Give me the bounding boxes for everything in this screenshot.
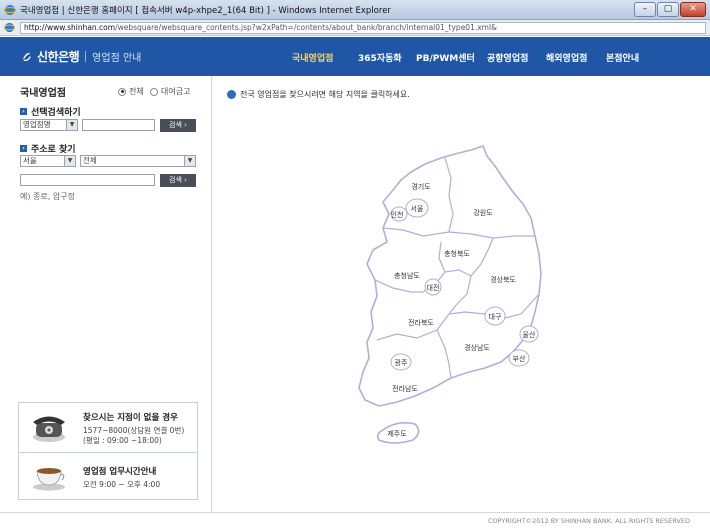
maximize-button[interactable]: ▢ (657, 2, 679, 17)
logo-subtitle: 영업점 안내 (92, 53, 142, 64)
url-path: /websquare/websquare_contents.jsp?w2xPat… (115, 23, 497, 32)
sidebar-title: 국내영업점 (20, 88, 66, 99)
region-chungnam[interactable]: 충청남도 (394, 271, 420, 280)
address-search-button[interactable]: 검색 › (160, 174, 196, 187)
region-daejeon[interactable]: 대전 (427, 283, 440, 292)
menu-pb-pwm[interactable]: PB/PWM센터 (416, 51, 475, 64)
info-phone: 찾으시는 지점이 없을 경우 1577~8000(상담원 연결 0번) (평일 … (19, 403, 197, 453)
region-incheon[interactable]: 인천 (391, 210, 404, 219)
sidebar: 국내영업점 전체 대여금고 › 선택검색하기 영업점명 ▼ 검색 › › 주소로 찾기… (12, 76, 212, 512)
info-hours-title: 영업점 업무시간안내 (83, 467, 157, 477)
url-host: http://www.shinhan.com (24, 23, 116, 32)
region-busan[interactable]: 부산 (513, 354, 526, 363)
address-search-button-label: 검색 (169, 176, 182, 184)
district-value: 전체 (83, 156, 97, 165)
chevron-down-icon: ▼ (66, 120, 77, 130)
region-gyeongbuk[interactable]: 경상북도 (490, 275, 516, 284)
info-phone-title: 찾으시는 지점이 없을 경우 (83, 413, 178, 423)
radio-dot-icon (118, 87, 126, 96)
region-daegu[interactable]: 대구 (489, 313, 502, 321)
ie-logo-icon (4, 5, 16, 15)
coffee-cup-icon (33, 468, 65, 491)
minimize-button[interactable]: – (634, 2, 656, 17)
search-type-value: 영업점명 (23, 120, 51, 129)
shinhan-logo-icon (22, 53, 31, 62)
arrow-bullet-icon: › (20, 108, 27, 115)
radio-all[interactable]: 전체 (118, 86, 144, 97)
search-type-select[interactable]: 영업점명 ▼ (20, 119, 78, 131)
notice-globe-icon (227, 90, 236, 99)
radio-safe-deposit[interactable]: 대여금고 (150, 86, 190, 97)
address-input[interactable] (20, 174, 155, 186)
branch-name-input[interactable] (82, 119, 155, 131)
site-header: 신한은행 영업점 안내 국내영업점 365자동화 PB/PWM센터 공항영업점 … (0, 37, 710, 76)
window-titlebar: 국내영업점 | 신한은행 홈페이지 [ 접속서버 w4p-xhpe2_1(64 … (0, 0, 710, 20)
district-select[interactable]: 전체 ▼ (80, 155, 196, 167)
arrow-bullet-icon: › (20, 145, 27, 152)
telephone-icon (33, 416, 65, 442)
region-jeonbuk[interactable]: 전라북도 (408, 318, 434, 327)
menu-overseas-branch[interactable]: 해외영업점 (546, 51, 587, 64)
search-button-label: 검색 (169, 121, 182, 129)
window-title: 국내영업점 | 신한은행 홈페이지 [ 접속서버 w4p-xhpe2_1(64 … (20, 6, 391, 16)
menu-domestic-branch[interactable]: 국내영업점 (292, 51, 333, 64)
section-address-search: › 주소로 찾기 (20, 142, 76, 155)
region-chungbuk[interactable]: 충청북도 (444, 249, 470, 258)
section-address-label: 주소로 찾기 (31, 145, 76, 155)
region-gyeonggi[interactable]: 경기도 (411, 182, 431, 191)
city-value: 서울 (23, 156, 37, 165)
address-example: 예) 종로, 압구정 (20, 192, 75, 201)
footer: COPYRIGHT©2012 BY SHINHAN BANK. ALL RIGH… (0, 512, 710, 530)
region-jeonnam[interactable]: 전라남도 (392, 384, 418, 393)
region-gwangju[interactable]: 광주 (395, 359, 408, 367)
chevron-down-icon: ▼ (184, 156, 195, 166)
korea-map: 경기도 인천 서울 강원도 충청북도 충청남도 대전 경상북도 대구 전라북도 … (358, 145, 542, 444)
section-select-search: › 선택검색하기 (20, 105, 81, 118)
url-field[interactable]: http://www.shinhan.com/websquare/websqua… (20, 22, 706, 34)
region-seoul[interactable]: 서울 (411, 204, 424, 213)
menu-airport-branch[interactable]: 공항영업점 (487, 51, 528, 64)
region-gangwon[interactable]: 강원도 (473, 208, 493, 217)
map-notice: 전국 영업점을 찾으시려면 해당 지역을 클릭하세요. (227, 89, 410, 100)
logo-divider (85, 51, 87, 62)
radio-dot-icon (150, 87, 158, 96)
main-content: 전국 영업점을 찾으시려면 해당 지역을 클릭하세요. 경기도 인천 서울 강원… (213, 76, 710, 512)
search-button[interactable]: 검색 › (160, 119, 196, 132)
info-hours-time: 오전 9:00 ~ 오후 4:00 (83, 480, 161, 489)
page-icon (4, 22, 15, 33)
region-gyeongnam[interactable]: 경상남도 (464, 343, 490, 352)
menu-365-atm[interactable]: 365자동화 (358, 51, 402, 64)
chevron-down-icon: ▼ (64, 156, 75, 166)
copyright: COPYRIGHT©2012 BY SHINHAN BANK. ALL RIGH… (487, 517, 690, 525)
radio-all-label: 전체 (129, 87, 144, 96)
address-bar: http://www.shinhan.com/websquare/websqua… (0, 20, 710, 36)
radio-safe-deposit-label: 대여금고 (161, 87, 191, 96)
section-select-label: 선택검색하기 (31, 108, 81, 118)
info-box: 찾으시는 지점이 없을 경우 1577~8000(상담원 연결 0번) (평일 … (18, 402, 198, 500)
logo-text: 신한은행 (37, 50, 80, 64)
region-ulsan[interactable]: 울산 (523, 330, 536, 339)
site-logo[interactable]: 신한은행 영업점 안내 (20, 48, 141, 65)
region-jeju[interactable]: 제주도 (387, 430, 407, 438)
map-notice-text: 전국 영업점을 찾으시려면 해당 지역을 클릭하세요. (240, 90, 410, 99)
close-button[interactable]: ✕ (680, 2, 706, 17)
info-phone-hours: (평일 : 09:00 ~18:00) (83, 436, 162, 445)
city-select[interactable]: 서울 ▼ (20, 155, 76, 167)
menu-headquarters[interactable]: 본점안내 (606, 51, 639, 64)
